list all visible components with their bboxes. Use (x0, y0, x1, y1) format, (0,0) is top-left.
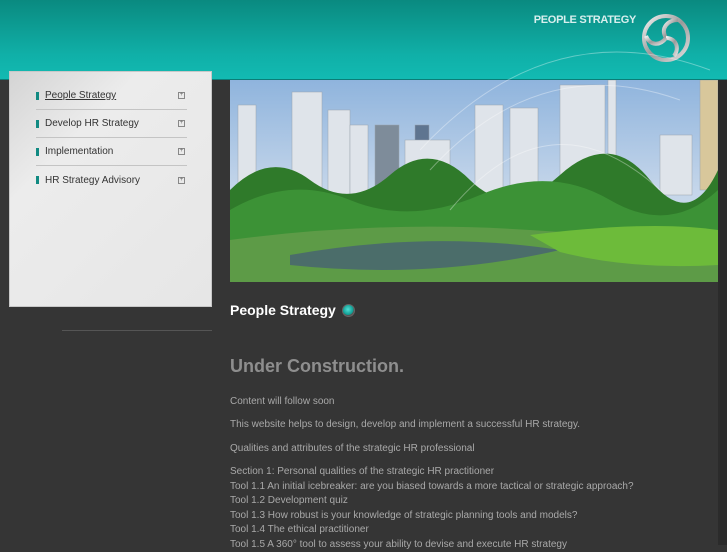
under-construction-heading: Under Construction. (230, 356, 710, 377)
bullet-icon (36, 148, 39, 156)
plus-box-icon[interactable]: + (178, 148, 185, 155)
bullet-icon (36, 92, 39, 100)
list-item: Section 1: Personal qualities of the str… (230, 465, 710, 480)
logo-icon[interactable] (640, 12, 692, 64)
paragraph: Content will follow soon (230, 395, 710, 408)
list-item: Tool 1.1 An initial icebreaker: are you … (230, 480, 710, 495)
tool-list: Section 1: Personal qualities of the str… (230, 465, 710, 552)
sidebar-item-develop-hr-strategy[interactable]: Develop HR Strategy+ (36, 110, 187, 138)
sidebar-item-label: People Strategy (45, 90, 178, 101)
paragraph: Qualities and attributes of the strategi… (230, 442, 710, 455)
sidebar-item-people-strategy[interactable]: People Strategy+ (36, 82, 187, 110)
list-item: Tool 1.3 How robust is your knowledge of… (230, 509, 710, 524)
brand-name: PEOPLE STRATEGY (534, 14, 636, 26)
sidebar-item-implementation[interactable]: Implementation+ (36, 138, 187, 166)
page-title-text: People Strategy (230, 302, 336, 318)
list-item: Tool 1.2 Development quiz (230, 494, 710, 509)
sidebar-item-label: Develop HR Strategy (45, 118, 178, 129)
plus-box-icon[interactable]: + (178, 177, 185, 184)
bullet-icon (36, 176, 39, 184)
sidebar-item-hr-strategy-advisory[interactable]: HR Strategy Advisory+ (36, 166, 187, 194)
sidebar-item-label: HR Strategy Advisory (45, 175, 178, 186)
sidebar: People Strategy+ Develop HR Strategy+ Im… (9, 71, 212, 307)
sidebar-item-label: Implementation (45, 146, 178, 157)
plus-box-icon[interactable]: + (178, 92, 185, 99)
divider (62, 330, 212, 331)
paragraph: This website helps to design, develop an… (230, 418, 710, 431)
plus-box-icon[interactable]: + (178, 120, 185, 127)
hero-image (230, 80, 718, 282)
list-item: Tool 1.4 The ethical practitioner (230, 523, 710, 538)
main-content: People Strategy Under Construction. Cont… (230, 302, 710, 552)
teal-orb-icon (342, 304, 355, 317)
page-title: People Strategy (230, 302, 710, 318)
right-strip (718, 80, 727, 545)
header: PEOPLE STRATEGY (0, 0, 727, 80)
bullet-icon (36, 120, 39, 128)
